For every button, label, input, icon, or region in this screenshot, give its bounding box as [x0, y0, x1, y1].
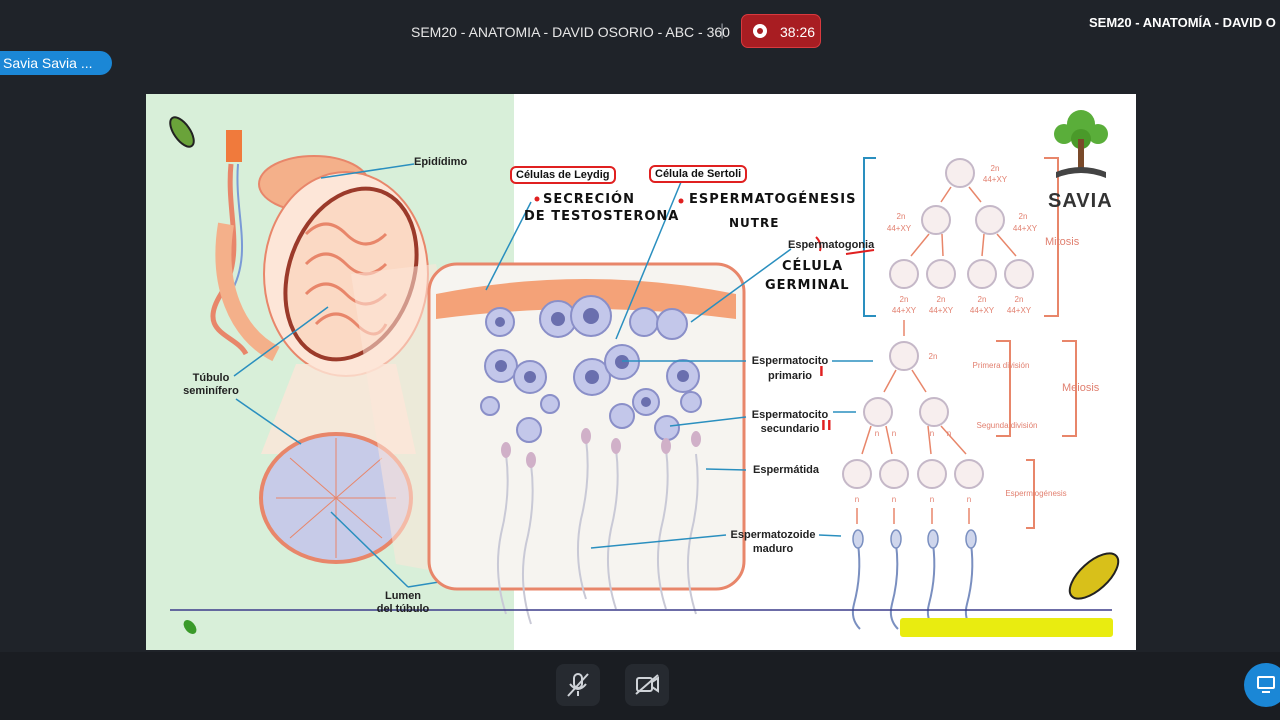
- karyotype-label: 44+XY: [928, 306, 954, 315]
- ploidy-label: n: [891, 429, 897, 438]
- ploidy-label: n: [929, 429, 935, 438]
- ploidy-label: 2n: [1014, 295, 1024, 304]
- note-germinal: GERMINAL: [765, 278, 850, 293]
- active-speaker-tag[interactable]: Savia Savia ...: [0, 51, 112, 75]
- shared-slide: Epidídimo Túbulo seminífero Lumen del tú…: [146, 94, 1136, 650]
- karyotype-label: 44+XY: [982, 175, 1008, 184]
- note-roman-one: I: [819, 365, 825, 380]
- note-celula: CÉLULA: [782, 259, 844, 274]
- ploidy-label: 2n: [1018, 212, 1028, 221]
- leaf-icon-2: [1068, 552, 1120, 600]
- camera-off-icon: [635, 674, 659, 695]
- label-sertoli: Célula de Sertoli: [649, 165, 748, 183]
- share-screen-icon: [1257, 676, 1275, 693]
- label-segunda-division: Segunda división: [976, 421, 1038, 430]
- label-primera-division: Primera división: [972, 361, 1030, 370]
- note-secrecion-2: DE TESTOSTERONA: [524, 209, 680, 224]
- label-espermatozoide-1: Espermatozoide: [730, 529, 816, 541]
- meeting-top-bar: SEM20 - ANATOMIA - DAVID OSORIO - ABC - …: [0, 0, 1280, 90]
- ploidy-label: n: [874, 429, 880, 438]
- label-espermatocito-secundario-1: Espermatocito: [751, 409, 829, 421]
- label-espermatocito-secundario-2: secundario: [760, 423, 820, 435]
- recording-indicator[interactable]: 38:26: [741, 14, 821, 48]
- karyotype-label: 44+XY: [886, 224, 912, 233]
- mute-button[interactable]: [556, 664, 600, 706]
- ploidy-label: n: [966, 495, 972, 504]
- record-icon: [753, 24, 767, 38]
- karyotype-label: 44+XY: [969, 306, 995, 315]
- label-espermatida: Espermátida: [752, 464, 820, 476]
- label-tubulo-2: seminífero: [183, 385, 239, 397]
- meeting-title: SEM20 - ANATOMIA - DAVID OSORIO - ABC - …: [411, 24, 730, 40]
- label-leydig: Células de Leydig: [510, 166, 616, 184]
- note-roman-two: II: [821, 419, 833, 434]
- label-lumen-2: del túbulo: [376, 603, 430, 615]
- ploidy-label: 2n: [936, 295, 946, 304]
- camera-button[interactable]: [625, 664, 669, 706]
- savia-logo-text: SAVIA: [1048, 190, 1113, 212]
- cell-circles: [842, 158, 1034, 489]
- label-meiosis: Meiosis: [1062, 382, 1100, 394]
- share-screen-button[interactable]: [1244, 663, 1280, 707]
- spermatic-cord: [226, 130, 242, 162]
- recording-timer: 38:26: [780, 24, 816, 40]
- label-espermatogonia: Espermatogonia: [788, 239, 875, 251]
- ploidy-label: 2n: [896, 212, 906, 221]
- ploidy-label: 2n: [928, 352, 938, 361]
- title-separator: |: [720, 22, 725, 39]
- ploidy-label: n: [891, 495, 897, 504]
- ploidy-label: n: [946, 429, 952, 438]
- label-espermiogenesis: Espermiogénesis: [1005, 489, 1067, 498]
- ploidy-label: 2n: [899, 295, 909, 304]
- karyotype-label: 44+XY: [1012, 224, 1038, 233]
- ploidy-label: n: [929, 495, 935, 504]
- shared-window-title: SEM20 - ANATOMÍA - DAVID O: [1089, 15, 1276, 30]
- ploidy-label: n: [854, 495, 860, 504]
- ploidy-label: 2n: [977, 295, 987, 304]
- ploidy-label: 2n: [990, 164, 1000, 173]
- label-lumen-1: Lumen: [384, 590, 422, 602]
- label-espermatozoide-2: maduro: [752, 543, 794, 555]
- karyotype-label: 44+XY: [1006, 306, 1032, 315]
- label-mitosis: Mitosis: [1045, 236, 1080, 248]
- highlighter-mark: [900, 618, 1113, 637]
- mic-off-icon: [567, 673, 589, 697]
- label-epididimo: Epidídimo: [414, 156, 468, 168]
- karyotype-label: 44+XY: [891, 306, 917, 315]
- note-espermatogenesis: ESPERMATOGÉNESIS: [689, 192, 857, 207]
- bracket-left: [863, 157, 876, 317]
- leaf-icon: [169, 116, 195, 148]
- note-secrecion-1: SECRECIÓN: [543, 192, 635, 207]
- note-nutre: NUTRE: [729, 216, 780, 230]
- savia-tree-logo: [1054, 110, 1108, 178]
- label-tubulo-1: Túbulo: [192, 372, 230, 384]
